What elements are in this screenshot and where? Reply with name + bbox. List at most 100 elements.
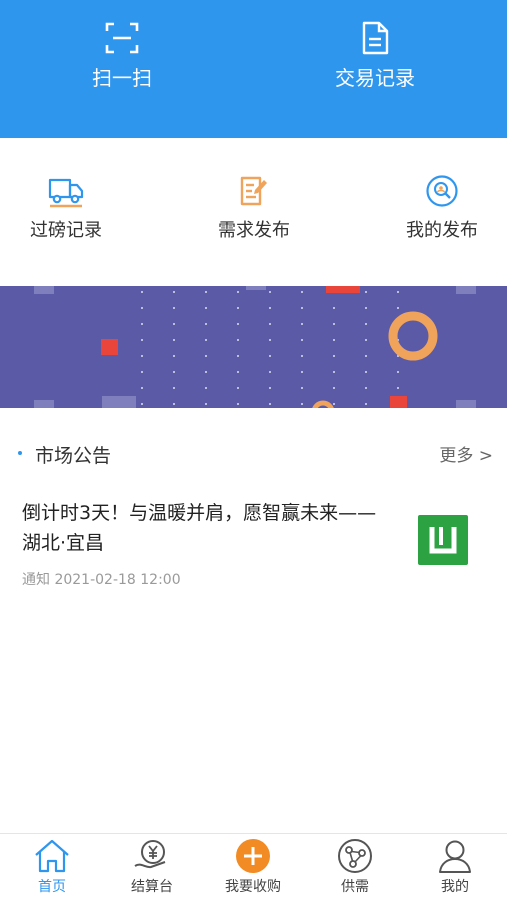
banner-dot xyxy=(141,355,143,357)
banner-dot xyxy=(205,307,207,309)
header-bar: 扫一扫 交易记录 xyxy=(0,0,507,138)
banner-dot xyxy=(365,339,367,341)
banner-dot xyxy=(205,371,207,373)
scan-label: 扫一扫 xyxy=(92,66,152,90)
more-link[interactable]: 更多 > xyxy=(439,441,493,466)
tab-checkout[interactable]: 结算台 xyxy=(107,838,197,896)
tab-supply-demand-label: 供需 xyxy=(341,879,369,895)
banner-dot xyxy=(333,403,335,405)
my-publish-label: 我的发布 xyxy=(406,220,478,241)
banner-graphic xyxy=(34,286,476,408)
tab-home-label: 首页 xyxy=(38,879,66,895)
banner-dot xyxy=(397,291,399,293)
my-publish-button[interactable]: 我的发布 xyxy=(382,174,502,242)
edit-document-icon xyxy=(240,176,267,206)
banner-dot xyxy=(173,387,175,389)
banner-dot xyxy=(301,307,303,309)
truck-icon xyxy=(48,178,84,208)
banner-dot xyxy=(333,323,335,325)
bottom-tab-bar: 首页 结算台 我要收购 供需 我的 xyxy=(0,833,507,901)
banner-dot xyxy=(173,355,175,357)
banner-dot xyxy=(141,323,143,325)
banner-dot xyxy=(269,387,271,389)
news-meta: 通知 2021-02-18 12:00 xyxy=(22,572,181,588)
tab-purchase-label: 我要收购 xyxy=(225,879,281,895)
banner-dot xyxy=(269,371,271,373)
scan-icon xyxy=(105,22,139,54)
tab-mine-label: 我的 xyxy=(441,879,469,895)
banner-dot xyxy=(237,403,239,405)
news-title: 倒计时3天！与温暖并肩，愿智赢未来——湖北·宜昌 xyxy=(22,502,377,554)
scan-button[interactable]: 扫一扫 xyxy=(62,0,182,138)
network-icon xyxy=(338,839,372,873)
demand-publish-button[interactable]: 需求发布 xyxy=(194,174,314,242)
banner-dot xyxy=(333,307,335,309)
banner-dot xyxy=(269,323,271,325)
weighing-records-label: 过磅记录 xyxy=(30,220,102,241)
banner-dot xyxy=(301,355,303,357)
banner-dot xyxy=(141,307,143,309)
banner-dot xyxy=(237,291,239,293)
banner-dot xyxy=(365,403,367,405)
banner-dot xyxy=(205,387,207,389)
transaction-records-button[interactable]: 交易记录 xyxy=(310,0,440,138)
tab-purchase[interactable]: 我要收购 xyxy=(208,838,298,896)
banner-dot xyxy=(173,323,175,325)
search-user-icon xyxy=(426,175,458,207)
banner-dot xyxy=(205,403,207,405)
section-title: 市场公告 xyxy=(35,445,112,467)
banner-dot xyxy=(301,371,303,373)
banner-dot xyxy=(365,307,367,309)
banner-dot xyxy=(365,387,367,389)
banner-dot xyxy=(237,387,239,389)
yuan-coin-icon xyxy=(134,840,166,869)
banner-dot xyxy=(237,371,239,373)
banner-dot xyxy=(173,371,175,373)
banner-dot xyxy=(173,403,175,405)
banner-dot xyxy=(301,291,303,293)
banner-dot xyxy=(301,323,303,325)
banner-dot xyxy=(205,355,207,357)
banner-dot xyxy=(269,403,271,405)
banner-dot xyxy=(333,355,335,357)
banner-dot xyxy=(333,339,335,341)
tab-checkout-label: 结算台 xyxy=(131,879,173,895)
tab-mine[interactable]: 我的 xyxy=(410,838,500,896)
banner-dot xyxy=(365,355,367,357)
banner-dot xyxy=(173,307,175,309)
banner-dot xyxy=(269,307,271,309)
quick-actions: 过磅记录 需求发布 我的发布 xyxy=(0,138,507,286)
banner-dot xyxy=(333,371,335,373)
banner-dot xyxy=(141,339,143,341)
transaction-records-label: 交易记录 xyxy=(335,66,415,90)
banner-dot xyxy=(397,371,399,373)
banner-dot xyxy=(173,339,175,341)
user-icon xyxy=(439,840,471,873)
banner-dot xyxy=(301,387,303,389)
banner-dot xyxy=(141,387,143,389)
banner-dot xyxy=(269,339,271,341)
tab-home[interactable]: 首页 xyxy=(7,838,97,896)
banner-dot xyxy=(237,355,239,357)
banner-dot xyxy=(365,323,367,325)
banner-dot xyxy=(301,339,303,341)
banner-dot xyxy=(173,291,175,293)
promo-banner[interactable] xyxy=(0,286,507,408)
banner-dot xyxy=(301,403,303,405)
banner-dot xyxy=(237,323,239,325)
banner-dot xyxy=(237,307,239,309)
section-dot xyxy=(18,451,22,455)
banner-dot xyxy=(365,371,367,373)
banner-dot xyxy=(237,339,239,341)
market-notice-header: 市场公告 更多 > xyxy=(0,436,507,472)
news-thumbnail xyxy=(418,515,468,565)
banner-dot xyxy=(269,291,271,293)
banner-dot xyxy=(141,291,143,293)
brand-logo-icon xyxy=(429,527,457,554)
plus-circle-icon xyxy=(236,839,270,873)
weighing-records-button[interactable]: 过磅记录 xyxy=(6,174,126,242)
tab-supply-demand[interactable]: 供需 xyxy=(310,838,400,896)
list-item[interactable]: 倒计时3天！与温暖并肩，愿智赢未来——湖北·宜昌 通知 2021-02-18 1… xyxy=(0,490,507,600)
banner-dot xyxy=(205,339,207,341)
demand-publish-label: 需求发布 xyxy=(218,220,290,241)
